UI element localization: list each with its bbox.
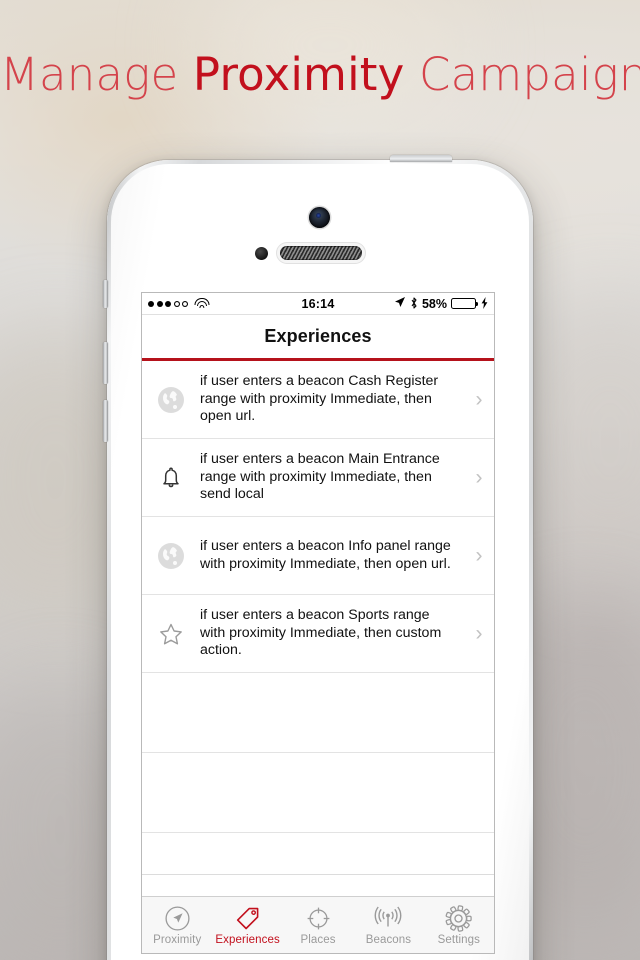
lightning-bolt-icon (481, 296, 488, 311)
signal-waves-icon (374, 906, 402, 926)
star-icon (142, 619, 200, 649)
headline-part-3: Campaigns (418, 48, 640, 101)
headline-part-1: Manage (0, 48, 193, 101)
phone-screen: 16:14 58% Experiences if user enters a b… (142, 293, 494, 953)
price-tag-icon (234, 905, 261, 932)
globe-icon (158, 386, 184, 413)
tab-experiences[interactable]: Experiences (212, 897, 282, 953)
chevron-right-icon: › (475, 543, 483, 567)
tab-label: Places (300, 933, 336, 946)
tab-beacons[interactable]: Beacons (353, 897, 423, 953)
experience-list-item[interactable]: if user enters a beacon Info panel range… (142, 517, 494, 595)
earpiece-speaker-icon (280, 246, 362, 260)
page-title: Experiences (264, 326, 372, 346)
front-camera-icon (309, 207, 330, 228)
globe-icon (142, 385, 200, 415)
compass-navigation-icon (164, 905, 191, 932)
tab-proximity[interactable]: Proximity (142, 897, 212, 953)
experience-rule-text: if user enters a beacon Sports range wit… (200, 607, 442, 659)
volume-down-button[interactable] (103, 400, 108, 442)
bluetooth-icon (410, 296, 418, 311)
chevron-right-icon: › (475, 387, 483, 411)
gear-icon (445, 904, 473, 932)
tab-label: Proximity (153, 933, 202, 946)
status-bar: 16:14 58% (142, 293, 494, 314)
screenshot-canvas: Manage Proximity Campaigns 16:14 (0, 0, 640, 960)
experiences-list: if user enters a beacon Cash Register ra… (142, 361, 494, 875)
power-button[interactable] (390, 155, 452, 162)
mute-switch-button[interactable] (103, 280, 108, 308)
volume-up-button[interactable] (103, 342, 108, 384)
proximity-sensor-icon (255, 247, 268, 260)
experience-rule-text: if user enters a beacon Info panel range… (200, 538, 451, 572)
experience-list-item[interactable]: if user enters a beacon Main Entrance ra… (142, 439, 494, 517)
signal-waves-icon (373, 905, 403, 932)
headline-part-2: Proximity (192, 48, 405, 101)
price-tag-icon (237, 907, 259, 929)
tab-label: Experiences (215, 933, 280, 946)
gear-icon (445, 904, 473, 932)
page-headline: Manage Proximity Campaigns (0, 52, 640, 97)
experience-list-item[interactable]: if user enters a beacon Sports range wit… (142, 595, 494, 673)
phone-device-mockup: 16:14 58% Experiences if user enters a b… (103, 155, 533, 960)
experience-rule-text: if user enters a beacon Main Entrance ra… (200, 451, 440, 503)
tab-label: Settings (437, 933, 480, 946)
compass-navigation-icon (165, 905, 190, 931)
empty-list-row (142, 673, 494, 753)
star-icon (160, 623, 182, 644)
tab-label: Beacons (365, 933, 412, 946)
empty-list-row (142, 753, 494, 833)
experience-rule-text: if user enters a beacon Cash Register ra… (200, 373, 439, 425)
crosshair-target-icon (307, 907, 329, 929)
empty-list-row (142, 833, 494, 875)
navigation-bar: Experiences (142, 314, 494, 358)
chevron-right-icon: › (475, 465, 483, 489)
tab-bar: Proximity Experiences Places Beacons Set… (142, 896, 494, 953)
status-bar-right: 58% (394, 296, 488, 311)
tab-settings[interactable]: Settings (424, 897, 494, 953)
location-arrow-icon (394, 296, 406, 311)
crosshair-target-icon (305, 905, 332, 932)
tab-places[interactable]: Places (283, 897, 353, 953)
battery-percent-label: 58% (421, 296, 447, 311)
bell-icon (142, 463, 200, 493)
battery-icon (451, 297, 479, 310)
globe-icon (142, 541, 200, 571)
globe-icon (158, 542, 184, 569)
experience-list-item[interactable]: if user enters a beacon Cash Register ra… (142, 361, 494, 439)
chevron-right-icon: › (475, 621, 483, 645)
bell-icon (163, 466, 179, 487)
